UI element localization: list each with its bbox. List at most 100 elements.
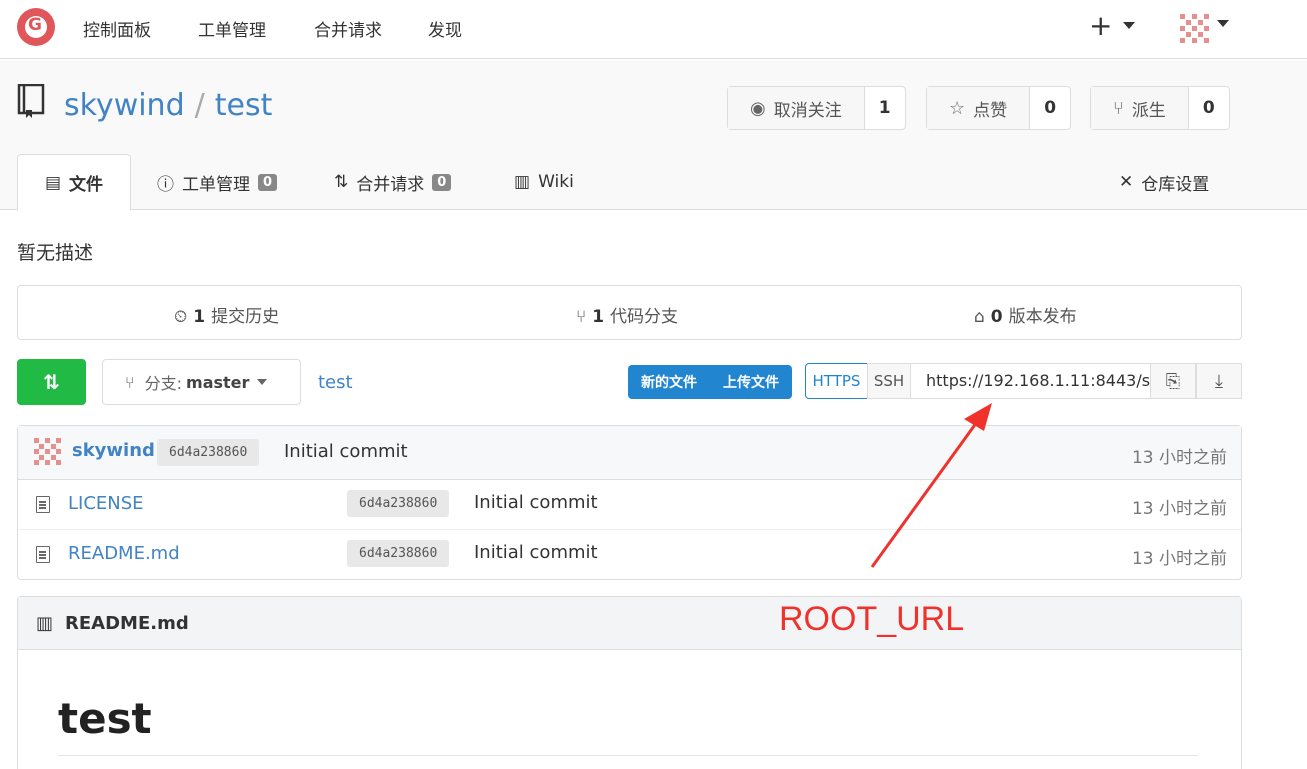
- repo-description: 暂无描述: [17, 242, 94, 264]
- breadcrumb-repo-link[interactable]: test: [318, 372, 353, 393]
- nav-pull-requests[interactable]: 合并请求: [314, 16, 382, 41]
- commits-label: 提交历史: [211, 307, 280, 327]
- eye-icon: ◉: [750, 97, 766, 119]
- pulls-count-badge: 0: [432, 173, 452, 191]
- download-icon: ⤓: [1215, 370, 1223, 392]
- file-commit-message[interactable]: Initial commit: [474, 542, 598, 563]
- repo-owner-link[interactable]: skywind: [64, 88, 185, 123]
- branches-label: 代码分支: [610, 307, 679, 327]
- star-button[interactable]: ☆ 点赞: [927, 87, 1031, 129]
- file-icon: [36, 496, 50, 513]
- tab-wiki-label: Wiki: [538, 172, 574, 192]
- branch-dropdown[interactable]: ⑂ 分支: master: [102, 359, 301, 405]
- commits-stat[interactable]: ⏲ 1 提交历史: [174, 302, 279, 327]
- tag-icon: ⌂: [974, 307, 985, 327]
- file-link[interactable]: README.md: [68, 543, 180, 564]
- ssh-clone-button[interactable]: SSH: [867, 363, 911, 399]
- tab-files[interactable]: ▤ 文件: [17, 154, 131, 211]
- star-icon: ☆: [949, 97, 966, 119]
- file-commit-sha[interactable]: 6d4a238860: [347, 540, 450, 567]
- file-link[interactable]: LICENSE: [68, 493, 144, 514]
- commit-sha[interactable]: 6d4a238860: [157, 439, 260, 466]
- fork-button[interactable]: ⑂ 派生: [1091, 87, 1189, 129]
- latest-commit-row: skywind 6d4a238860 Initial commit 13 小时之…: [18, 426, 1241, 480]
- repo-book-icon: [17, 84, 45, 118]
- git-branch-icon: ⑂: [576, 307, 587, 327]
- star-label: 点赞: [973, 100, 1008, 121]
- fork-icon: ⑂: [1113, 97, 1124, 119]
- repo-name-link[interactable]: test: [215, 88, 273, 123]
- copy-url-button[interactable]: ⎘: [1150, 363, 1196, 399]
- clone-url-input[interactable]: https://192.168.1.11:8443/s: [910, 363, 1151, 399]
- top-navbar: 控制面板 工单管理 合并请求 发现 +: [0, 0, 1307, 59]
- issues-count-badge: 0: [258, 173, 278, 191]
- tab-pull-requests[interactable]: ⇅ 合并请求 0: [334, 154, 452, 210]
- file-text-icon: ▤: [44, 172, 62, 193]
- tab-issues-label: 工单管理: [182, 174, 250, 195]
- upload-file-button[interactable]: 上传文件: [710, 372, 792, 392]
- file-commit-sha[interactable]: 6d4a238860: [347, 490, 450, 517]
- annotation-arrow-icon: [870, 403, 992, 568]
- https-clone-button[interactable]: HTTPS: [805, 363, 868, 399]
- root-url-annotation: ROOT_URL: [779, 600, 965, 638]
- tools-icon: ✕: [1119, 172, 1134, 192]
- releases-stat[interactable]: ⌂ 0 版本发布: [974, 302, 1077, 327]
- clipboard-icon: ⎘: [1165, 370, 1181, 392]
- nav-issues[interactable]: 工单管理: [198, 16, 266, 41]
- releases-count: 0: [990, 307, 1003, 327]
- branches-stat[interactable]: ⑂ 1 代码分支: [576, 302, 678, 327]
- star-count[interactable]: 0: [1030, 87, 1070, 129]
- nav-explore[interactable]: 发现: [428, 16, 462, 41]
- chevron-down-icon: [257, 379, 268, 385]
- commit-message[interactable]: Initial commit: [284, 441, 408, 462]
- download-button[interactable]: ⤓: [1196, 363, 1242, 399]
- history-icon: ⏲: [174, 307, 188, 327]
- repo-stats-bar: ⏲ 1 提交历史 ⑂ 1 代码分支 ⌂ 0 版本发布: [17, 285, 1242, 340]
- table-row: README.md 6d4a238860 Initial commit 13 小…: [18, 530, 1241, 580]
- nav-dashboard[interactable]: 控制面板: [83, 16, 151, 41]
- new-file-button[interactable]: 新的文件: [628, 372, 710, 392]
- commit-author-link[interactable]: skywind: [72, 440, 155, 461]
- watch-button-group: ◉ 取消关注 1: [727, 86, 906, 130]
- tab-wiki[interactable]: ▥ Wiki: [514, 154, 574, 210]
- fork-label: 派生: [1131, 100, 1166, 121]
- file-commit-message[interactable]: Initial commit: [474, 492, 598, 513]
- file-commit-age: 13 小时之前: [1131, 499, 1227, 519]
- tab-issues[interactable]: ⓘ 工单管理 0: [157, 154, 278, 210]
- readme-divider: [58, 755, 1198, 756]
- user-avatar[interactable]: [1178, 12, 1211, 45]
- branch-name: master: [186, 372, 250, 392]
- readme-filename: README.md: [65, 612, 189, 634]
- repo-title-separator: /: [194, 88, 205, 123]
- issue-opened-icon: ⓘ: [157, 174, 174, 195]
- create-new-plus-icon[interactable]: +: [1089, 10, 1112, 42]
- readme-header: ▥ README.md: [18, 597, 1241, 650]
- file-commit-age: 13 小时之前: [1131, 549, 1227, 569]
- tab-files-label: 文件: [69, 175, 104, 195]
- repo-header: skywind / test ◉ 取消关注 1 ☆ 点赞 0 ⑂ 派生 0 ▤ 文件 ⓘ 工单…: [0, 60, 1307, 211]
- unwatch-button[interactable]: ◉ 取消关注: [728, 87, 865, 129]
- compare-arrows-icon: ⇅: [43, 370, 60, 394]
- user-menu-chevron-icon[interactable]: [1217, 20, 1229, 27]
- git-pull-request-icon: ⇅: [334, 172, 349, 192]
- file-action-group: 新的文件 上传文件: [628, 365, 792, 399]
- file-icon: [36, 546, 50, 563]
- gitea-logo-icon[interactable]: [17, 8, 55, 46]
- author-avatar[interactable]: [32, 436, 64, 468]
- book-icon: ▥: [36, 612, 54, 634]
- branches-count: 1: [592, 307, 605, 327]
- create-dropdown-chevron-icon[interactable]: [1123, 22, 1135, 29]
- file-table: skywind 6d4a238860 Initial commit 13 小时之…: [17, 425, 1242, 580]
- git-branch-icon: ⑂: [125, 372, 135, 392]
- unwatch-label: 取消关注: [773, 100, 842, 121]
- readme-panel: ▥ README.md test: [17, 596, 1242, 769]
- compare-button[interactable]: ⇅: [17, 359, 86, 405]
- watch-count[interactable]: 1: [865, 87, 905, 129]
- fork-button-group: ⑂ 派生 0: [1090, 86, 1230, 130]
- commits-count: 1: [193, 307, 206, 327]
- tab-settings[interactable]: ✕ 仓库设置: [1119, 154, 1209, 210]
- repo-title: skywind / test: [64, 88, 272, 124]
- fork-count[interactable]: 0: [1189, 87, 1229, 129]
- commit-age: 13 小时之前: [1131, 448, 1227, 468]
- star-button-group: ☆ 点赞 0: [926, 86, 1072, 130]
